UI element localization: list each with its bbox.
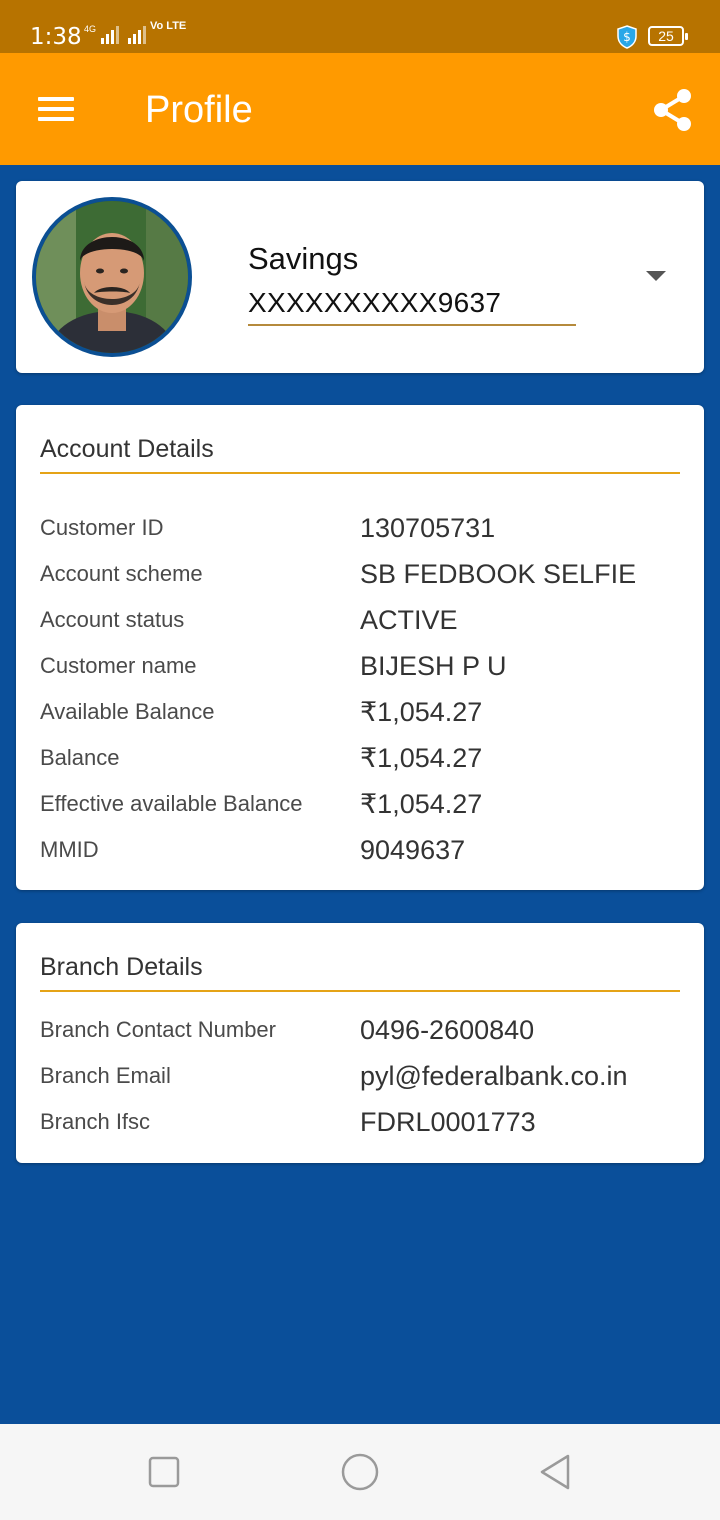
account-details-card: Account Details Customer ID 130705731 Ac… — [16, 405, 704, 890]
detail-label: Effective available Balance — [40, 791, 303, 816]
detail-row-branch-ifsc: Branch Ifsc FDRL0001773 — [40, 1107, 680, 1149]
detail-row-account-scheme: Account scheme SB FEDBOOK SELFIE — [40, 559, 680, 601]
app-bar: Profile — [0, 53, 720, 165]
recent-apps-icon[interactable] — [144, 1452, 184, 1492]
share-icon[interactable] — [650, 87, 694, 133]
detail-label: Account status — [40, 607, 185, 632]
account-number-select[interactable]: XXXXXXXXXX9637 — [248, 287, 501, 319]
dropdown-arrow-icon[interactable] — [644, 267, 668, 283]
detail-row-branch-email: Branch Email pyl@federalbank.co.in — [40, 1061, 680, 1103]
detail-value: ₹1,054.27 — [360, 789, 483, 819]
battery-icon: 25 — [648, 26, 688, 46]
section-divider — [40, 990, 680, 992]
home-icon[interactable] — [340, 1452, 380, 1492]
detail-row-effective-balance: Effective available Balance ₹1,054.27 — [40, 789, 680, 831]
detail-value: pyl@federalbank.co.in — [360, 1061, 628, 1091]
detail-label: Branch Contact Number — [40, 1017, 276, 1042]
detail-label: MMID — [40, 837, 99, 862]
page-title: Profile — [145, 89, 253, 131]
network-type: 4G — [84, 24, 97, 34]
detail-row-account-status: Account status ACTIVE — [40, 605, 680, 647]
system-nav-bar — [0, 1424, 720, 1520]
svg-text:$: $ — [623, 30, 631, 44]
back-icon[interactable] — [536, 1452, 576, 1492]
profile-card: Savings XXXXXXXXXX9637 — [16, 181, 704, 373]
detail-label: Account scheme — [40, 561, 203, 586]
avatar — [32, 197, 192, 357]
account-type: Savings — [248, 241, 359, 276]
detail-value: BIJESH P U — [360, 651, 507, 681]
detail-label: Branch Ifsc — [40, 1109, 151, 1134]
status-bar: 1:38 4G Vo LTE $ 25 — [0, 0, 720, 53]
shield-icon: $ — [617, 25, 637, 49]
avatar-image — [36, 201, 188, 353]
detail-value: ₹1,054.27 — [360, 743, 483, 773]
branch-details-title: Branch Details — [40, 953, 203, 981]
detail-row-customer-id: Customer ID 130705731 — [40, 513, 680, 555]
account-details-title: Account Details — [40, 435, 214, 463]
hamburger-menu-icon[interactable] — [34, 93, 78, 127]
branch-details-card: Branch Details Branch Contact Number 049… — [16, 923, 704, 1163]
detail-value: 9049637 — [360, 835, 466, 865]
account-select-underline — [248, 324, 576, 326]
detail-row-customer-name: Customer name BIJESH P U — [40, 651, 680, 693]
detail-label: Customer ID — [40, 515, 164, 540]
detail-row-balance: Balance ₹1,054.27 — [40, 743, 680, 785]
detail-value: SB FEDBOOK SELFIE — [360, 559, 637, 589]
detail-row-mmid: MMID 9049637 — [40, 835, 680, 877]
detail-row-branch-contact: Branch Contact Number 0496-2600840 — [40, 1015, 680, 1057]
detail-value: ₹1,054.27 — [360, 697, 483, 727]
status-time: 1:38 — [30, 24, 82, 50]
section-divider — [40, 472, 680, 474]
signal-icon: 4G — [84, 24, 147, 44]
detail-value: 0496-2600840 — [360, 1015, 535, 1045]
detail-value: 130705731 — [360, 513, 496, 543]
volte-icon: Vo LTE — [150, 20, 187, 32]
detail-row-available-balance: Available Balance ₹1,054.27 — [40, 697, 680, 739]
detail-label: Branch Email — [40, 1063, 171, 1088]
detail-value: ACTIVE — [360, 605, 458, 635]
detail-label: Available Balance — [40, 699, 215, 724]
detail-value: FDRL0001773 — [360, 1107, 536, 1137]
detail-label: Balance — [40, 745, 120, 770]
detail-label: Customer name — [40, 653, 197, 678]
